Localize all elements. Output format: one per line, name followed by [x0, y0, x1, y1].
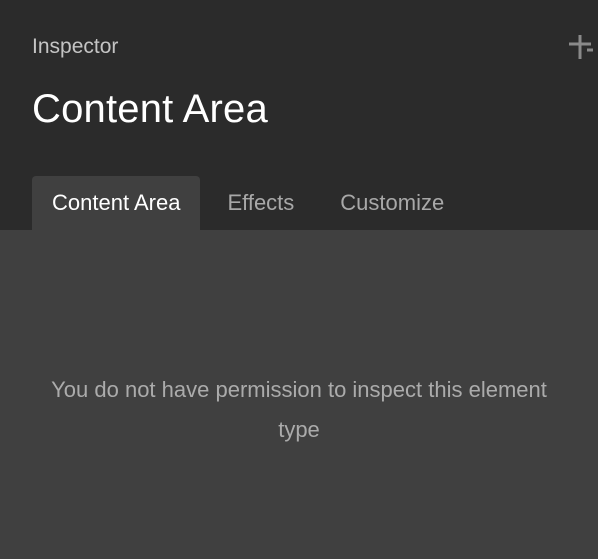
pin-icon	[566, 33, 594, 61]
inspector-header: Inspector Content Area Content Area Effe…	[0, 0, 598, 230]
tab-content: You do not have permission to inspect th…	[0, 230, 598, 559]
tab-content-area[interactable]: Content Area	[32, 176, 201, 230]
pin-button[interactable]	[566, 33, 594, 61]
permission-message: You do not have permission to inspect th…	[51, 377, 547, 442]
page-title: Content Area	[32, 87, 268, 131]
tab-effects[interactable]: Effects	[204, 176, 317, 230]
panel-label: Inspector	[32, 35, 119, 58]
tab-bar: Content Area Effects Customize	[32, 176, 467, 230]
tab-customize[interactable]: Customize	[317, 176, 467, 230]
inspector-panel: Inspector Content Area Content Area Effe…	[0, 0, 598, 559]
